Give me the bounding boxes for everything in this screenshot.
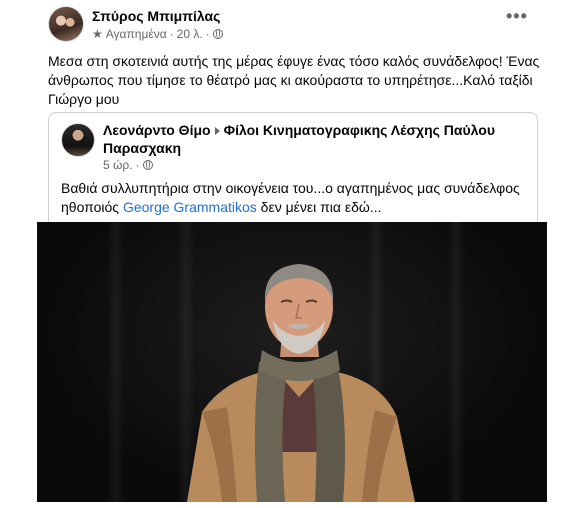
shared-post-title: Λεονάρντο Θίμο Φίλοι Κινηματογραφικης Λέσ… [103, 121, 513, 157]
globe-icon [212, 29, 223, 39]
audience-label[interactable]: Αγαπημένα [106, 27, 167, 41]
mention-link[interactable]: George Grammatikos [123, 199, 257, 215]
shared-text-after: δεν μένει πια εδώ... [256, 199, 382, 215]
chevron-right-icon [214, 126, 220, 135]
shared-post-meta: 5 ώρ. · [103, 158, 153, 172]
separator-dot: · [135, 158, 140, 172]
facebook-post: Σπύρος Μπιμπίλας ★ Αγαπημένα · 20 λ. · •… [0, 0, 567, 508]
author-avatar[interactable] [48, 6, 84, 42]
separator-dot: · [169, 27, 174, 41]
shared-post-time[interactable]: 5 ώρ. [103, 158, 133, 172]
more-options-icon[interactable]: ••• [506, 7, 528, 25]
post-meta: ★ Αγαπημένα · 20 λ. · [92, 27, 223, 41]
shared-author-name[interactable]: Λεονάρντο Θίμο [103, 122, 211, 138]
post-text: Μεσα στη σκοτεινιά αυτής της μέρας έφυγε… [48, 53, 540, 107]
post-photo[interactable] [37, 222, 547, 502]
globe-icon [142, 160, 153, 170]
shared-author-avatar[interactable] [61, 123, 95, 157]
post-time[interactable]: 20 λ. [177, 27, 203, 41]
author-name[interactable]: Σπύρος Μπιμπίλας [92, 8, 220, 24]
post-header: Σπύρος Μπιμπίλας ★ Αγαπημένα · 20 λ. · [48, 6, 548, 44]
separator-dot: · [205, 27, 210, 41]
actor-portrait-illustration [187, 264, 415, 502]
shared-post-text: Βαθιά συλλυπητήρια στην οικογένεια του..… [61, 179, 531, 217]
star-icon: ★ [92, 27, 103, 41]
